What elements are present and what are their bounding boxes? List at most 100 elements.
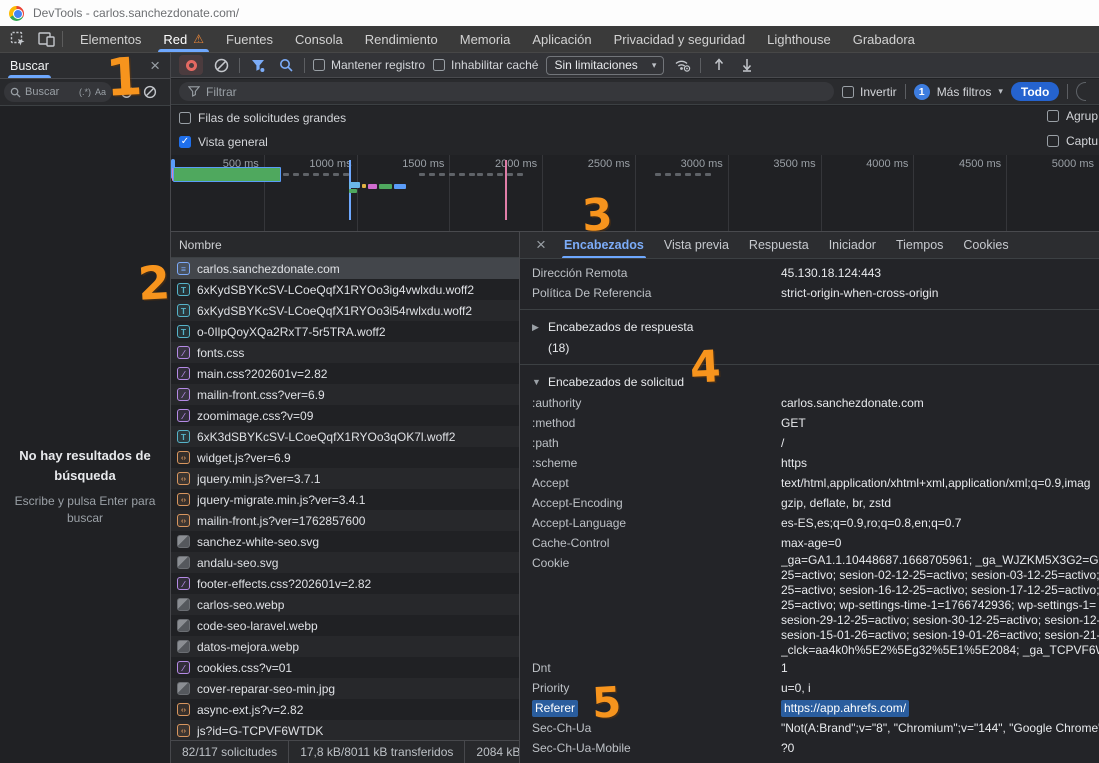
more-filters-dropdown[interactable]: 1 Más filtros ▾ [914,84,1003,100]
table-row[interactable]: ‹›async-ext.js?v=2.82 [171,699,519,720]
invert-filter-checkbox[interactable]: Invertir [842,85,897,99]
tab-grabadora[interactable]: Grabadora [842,26,926,52]
table-row[interactable]: ≡carlos.sanchezdonate.com [171,258,519,279]
checkbox-unchecked [1047,135,1059,147]
timeline-tick-label: 4500 ms [931,158,1001,170]
overview-option[interactable]: ✓ Vista general [171,130,1099,154]
export-har-icon[interactable] [737,56,757,74]
waterfall-dash [655,173,661,176]
search-icon [10,87,21,98]
tab-lighthouse[interactable]: Lighthouse [756,26,842,52]
tab-fuentes[interactable]: Fuentes [215,26,284,52]
waterfall-dash [293,173,299,176]
filter-toggle-icon[interactable] [248,56,268,74]
disable-cache-checkbox[interactable]: Inhabilitar caché [433,58,538,72]
waterfall-dash [303,173,309,176]
table-row[interactable]: ‹›widget.js?ver=6.9 [171,447,519,468]
regex-toggle-icon[interactable]: (.*) [79,87,91,97]
big-rows-label: Filas de solicitudes grandes [198,111,346,125]
table-row[interactable]: datos-mejora.webp [171,636,519,657]
header-name: :method [532,413,781,433]
table-row[interactable]: ∕main.css?202601v=2.82 [171,363,519,384]
tab-aplicaci-n[interactable]: Aplicación [521,26,602,52]
header-value-line: sesion-29-12-25=activo; sesion-30-12-25=… [781,613,1099,628]
table-row[interactable]: ‹›jquery-migrate.min.js?ver=3.4.1 [171,489,519,510]
header-row: Accept-Languagees-ES,es;q=0.9,ro;q=0.8,e… [520,513,1099,533]
network-conditions-icon[interactable] [672,56,692,74]
table-row[interactable]: ‹›js?id=G-TCPVF6WTDK [171,720,519,740]
tab-label: Elementos [80,32,141,47]
header-name: Cache-Control [532,533,781,553]
search-network-icon[interactable] [276,56,296,74]
throttling-select[interactable]: Sin limitaciones ▾ [546,56,664,75]
details-tab-vista-previa[interactable]: Vista previa [654,232,739,258]
tab-memoria[interactable]: Memoria [449,26,522,52]
waterfall-dash [685,173,691,176]
table-row[interactable]: carlos-seo.webp [171,594,519,615]
table-row[interactable]: ‹›mailin-front.js?ver=1762857600 [171,510,519,531]
tab-consola[interactable]: Consola [284,26,354,52]
table-row[interactable]: ∕fonts.css [171,342,519,363]
chevron-down-icon: ▾ [998,86,1003,97]
request-name: datos-mejora.webp [197,640,299,654]
table-row[interactable]: ∕mailin-front.css?ver=6.9 [171,384,519,405]
table-row[interactable]: cover-reparar-seo-min.jpg [171,678,519,699]
checkbox-unchecked [433,59,445,71]
clear-network-log-icon[interactable] [211,56,231,74]
header-section-encabezados-de-solicitud[interactable]: ▼Encabezados de solicitud [520,371,1099,393]
close-search-panel-icon[interactable]: × [146,57,164,74]
import-har-icon[interactable] [709,56,729,74]
match-case-toggle-icon[interactable]: Aa [95,87,106,97]
search-input-row: (.*) Aa [0,79,170,106]
details-tab-iniciador[interactable]: Iniciador [819,232,886,258]
inspect-element-icon[interactable] [4,28,32,50]
search-input-pill[interactable]: (.*) Aa [4,82,112,102]
js-file-icon: ‹› [177,493,190,506]
network-filter-row: Invertir 1 Más filtros ▾ Todo [171,79,1099,105]
tab-buscar[interactable]: Buscar [10,53,49,78]
network-overview-timeline[interactable]: 500 ms1000 ms1500 ms2000 ms2500 ms3000 m… [171,155,1099,232]
search-input[interactable] [25,86,75,98]
capture-option-clipped[interactable]: Captu [1047,134,1099,148]
details-tab-tiempos[interactable]: Tiempos [886,232,953,258]
header-value: / [781,433,1099,453]
table-row[interactable]: T6xKydSBYKcSV-LCoeQqfX1RYOo3ig4vwlxdu.wo… [171,279,519,300]
header-section-encabezados-de-respuesta[interactable]: ▶Encabezados de respuesta [520,316,1099,338]
details-tab-respuesta[interactable]: Respuesta [739,232,819,258]
filter-type-todo-pill[interactable]: Todo [1011,82,1059,101]
group-option-clipped[interactable]: Agrup [1047,109,1099,123]
tab-privacidad-y-seguridad[interactable]: Privacidad y seguridad [603,26,757,52]
device-toolbar-icon[interactable] [32,28,60,50]
window-title-bar: DevTools - carlos.sanchezdonate.com/ [0,0,1099,26]
filter-input-pill[interactable] [179,82,834,101]
tab-red[interactable]: Red⚠ [152,26,215,52]
table-row[interactable]: To-0IlpQoyXQa2RxT7-5r5TRA.woff2 [171,321,519,342]
table-row[interactable]: ∕zoomimage.css?v=09 [171,405,519,426]
highlighted-header-value[interactable]: https://app.ahrefs.com/ [781,700,909,717]
search-tab-label: Buscar [10,59,49,73]
close-details-icon[interactable]: × [528,232,554,258]
requests-column-header[interactable]: Nombre [171,232,519,258]
tab-rendimiento[interactable]: Rendimiento [354,26,449,52]
preserve-log-checkbox[interactable]: Mantener registro [313,58,425,72]
table-row[interactable]: T6xKydSBYKcSV-LCoeQqfX1RYOo3i54rwlxdu.wo… [171,300,519,321]
table-row[interactable]: andalu-seo.svg [171,552,519,573]
table-row[interactable]: code-seo-laravel.webp [171,615,519,636]
big-rows-option[interactable]: Filas de solicitudes grandes [171,106,1099,130]
clipped-filter-pill[interactable] [1076,82,1086,101]
details-tab-cookies[interactable]: Cookies [953,232,1018,258]
img-file-icon [177,682,190,695]
waterfall-dash [449,173,455,176]
table-row[interactable]: ∕cookies.css?v=01 [171,657,519,678]
filter-input[interactable] [206,85,825,99]
record-network-log-button[interactable] [179,55,203,75]
waterfall-dash [333,173,339,176]
css-file-icon: ∕ [177,577,190,590]
header-value: max-age=0 [781,533,1099,553]
table-row[interactable]: T6xK3dSBYKcSV-LCoeQqfX1RYOo3qOK7l.woff2 [171,426,519,447]
table-row[interactable]: sanchez-white-seo.svg [171,531,519,552]
table-row[interactable]: ‹›jquery.min.js?ver=3.7.1 [171,468,519,489]
request-name: async-ext.js?v=2.82 [197,703,303,717]
table-row[interactable]: ∕footer-effects.css?202601v=2.82 [171,573,519,594]
timeline-tick-label: 4000 ms [838,158,908,170]
